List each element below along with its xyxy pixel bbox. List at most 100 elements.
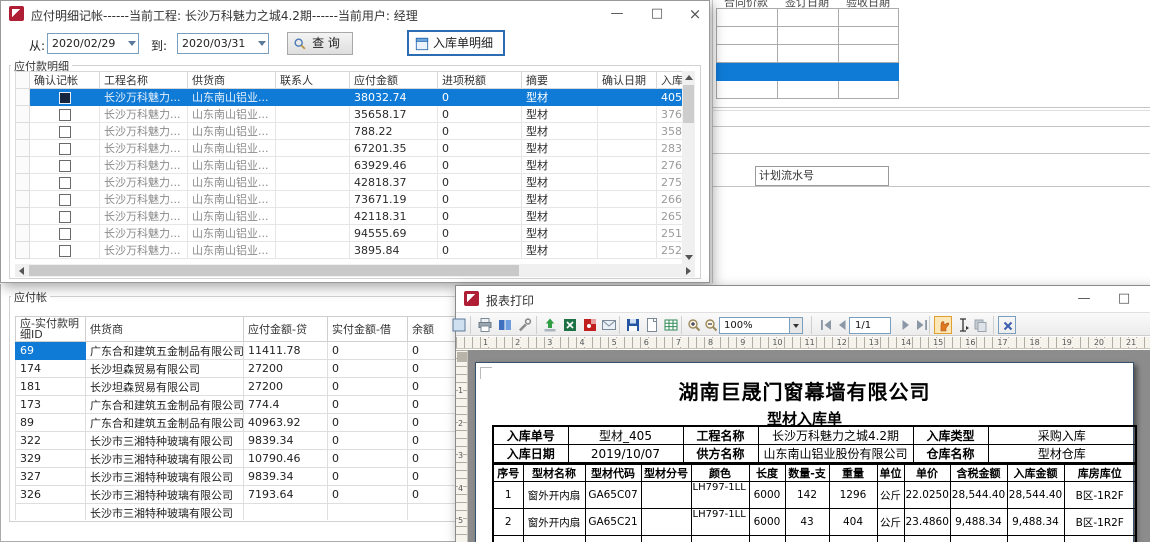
payable-cell[interactable]: 174 xyxy=(16,360,86,378)
summary-cell[interactable]: 型材 xyxy=(522,140,598,157)
minimize-button[interactable]: — xyxy=(601,1,633,27)
close-preview-icon[interactable] xyxy=(998,316,1016,334)
summary-cell[interactable]: 型材 xyxy=(522,225,598,242)
payable-cell[interactable]: 长沙市三湘特种玻璃有限公司 xyxy=(86,486,244,504)
payable-cell[interactable]: 0 xyxy=(328,432,408,450)
project-cell[interactable]: 长沙万科魅力... xyxy=(100,140,188,157)
checkbox-cell[interactable] xyxy=(30,174,100,191)
table-row[interactable]: 69广东合和建筑五金制品有限公司11411.7800 xyxy=(16,342,462,360)
confirm-checkbox[interactable] xyxy=(59,194,71,206)
confirm-checkbox[interactable] xyxy=(59,160,71,172)
payable-cell[interactable] xyxy=(244,504,328,521)
contact-cell[interactable] xyxy=(276,157,350,174)
table-row[interactable] xyxy=(717,9,899,27)
payable-cell[interactable]: 长沙市三湘特种玻璃有限公司 xyxy=(86,432,244,450)
summary-cell[interactable]: 型材 xyxy=(522,123,598,140)
table-row[interactable]: 长沙市三湘特种玻璃有限公司 xyxy=(16,504,462,521)
table-row[interactable]: 326长沙市三湘特种玻璃有限公司7193.6400 xyxy=(16,486,462,504)
contact-cell[interactable] xyxy=(276,208,350,225)
print-icon[interactable] xyxy=(476,316,494,334)
page-number-box[interactable]: 1/1 xyxy=(849,317,891,334)
from-date-combo[interactable]: 2020/02/29 xyxy=(47,33,139,54)
confirm_date-cell[interactable] xyxy=(598,242,657,259)
payable-cell[interactable]: 0 xyxy=(408,342,462,360)
contact-cell[interactable] xyxy=(276,140,350,157)
inbound-cell[interactable]: 276 xyxy=(657,157,683,174)
scrollbar-thumb[interactable] xyxy=(29,265,519,276)
title-bar[interactable]: 应付明细记帐------当前工程: 长沙万科魅力之城4.2期------当前用户… xyxy=(1,1,709,27)
to-date-combo[interactable]: 2020/03/31 xyxy=(177,33,269,54)
checkbox-cell[interactable] xyxy=(30,242,100,259)
save-icon[interactable] xyxy=(624,316,642,334)
payable-cell[interactable]: 0 xyxy=(328,396,408,414)
payable-cell[interactable]: 326 xyxy=(16,486,86,504)
inbound-cell[interactable]: 376 xyxy=(657,106,683,123)
checkbox-cell[interactable] xyxy=(30,208,100,225)
table-row[interactable]: 长沙万科魅力...山东南山铝业...35658.170型材376 xyxy=(16,106,683,123)
confirm_date-cell[interactable] xyxy=(598,157,657,174)
confirm_date-cell[interactable] xyxy=(598,208,657,225)
payable-cell[interactable]: 774.4 xyxy=(244,396,328,414)
summary-cell[interactable]: 型材 xyxy=(522,191,598,208)
column-header[interactable]: 实付金额-借 xyxy=(328,317,408,342)
copy-icon[interactable] xyxy=(971,316,989,334)
table-row[interactable]: 174长沙坦森贸易有限公司2720000 xyxy=(16,360,462,378)
confirm_date-cell[interactable] xyxy=(598,123,657,140)
zoom-out-icon[interactable] xyxy=(702,316,720,334)
inbound-cell[interactable]: 405 xyxy=(657,89,683,106)
project-cell[interactable]: 长沙万科魅力... xyxy=(100,225,188,242)
column-header[interactable]: 应付金额 xyxy=(350,72,438,89)
project-cell[interactable]: 长沙万科魅力... xyxy=(100,191,188,208)
supplier-cell[interactable]: 山东南山铝业... xyxy=(188,157,276,174)
table-row[interactable] xyxy=(717,27,899,45)
payable-cell[interactable]: 327 xyxy=(16,468,86,486)
column-header[interactable]: 确认记帐 xyxy=(30,72,100,89)
payable-cell[interactable]: 0 xyxy=(408,360,462,378)
confirm-checkbox[interactable] xyxy=(59,126,71,138)
confirm-checkbox[interactable] xyxy=(59,143,71,155)
checkbox-cell[interactable] xyxy=(30,191,100,208)
payable-cell[interactable]: 长沙坦森贸易有限公司 xyxy=(86,378,244,396)
summary-cell[interactable]: 型材 xyxy=(522,174,598,191)
payable-cell[interactable]: 173 xyxy=(16,396,86,414)
table-row[interactable] xyxy=(717,81,899,99)
payable-cell[interactable]: 0 xyxy=(408,396,462,414)
table-row[interactable]: 长沙万科魅力...山东南山铝业...67201.350型材283 xyxy=(16,140,683,157)
maximize-button[interactable]: □ xyxy=(641,1,673,27)
payable-cell[interactable]: 0 xyxy=(328,450,408,468)
inbound-cell[interactable]: 265 xyxy=(657,208,683,225)
payable-cell[interactable] xyxy=(328,504,408,521)
page-setup-icon[interactable] xyxy=(643,316,661,334)
payable-cell[interactable]: 7193.64 xyxy=(244,486,328,504)
payable-cell[interactable]: 0 xyxy=(328,378,408,396)
contact-cell[interactable] xyxy=(276,106,350,123)
table-row[interactable]: 长沙万科魅力...山东南山铝业...63929.460型材276 xyxy=(16,157,683,174)
table-row[interactable]: 327长沙市三湘特种玻璃有限公司9839.3400 xyxy=(16,468,462,486)
payable-cell[interactable]: 40963.92 xyxy=(244,414,328,432)
payable-cell[interactable]: 长沙市三湘特种玻璃有限公司 xyxy=(86,450,244,468)
confirm_date-cell[interactable] xyxy=(598,174,657,191)
payable-cell[interactable]: 广东合和建筑五金制品有限公司 xyxy=(86,342,244,360)
payable-cell[interactable]: 0 xyxy=(328,486,408,504)
column-header[interactable]: 入库 xyxy=(657,72,683,89)
contact-cell[interactable] xyxy=(276,225,350,242)
column-header[interactable]: 供货商 xyxy=(86,317,244,342)
column-header[interactable]: 供货商 xyxy=(188,72,276,89)
scroll-left-button[interactable] xyxy=(15,264,28,277)
contact-cell[interactable] xyxy=(276,123,350,140)
table-row[interactable]: 长沙万科魅力...山东南山铝业...38032.740型材405 xyxy=(16,89,683,106)
payable-cell[interactable]: 0 xyxy=(408,432,462,450)
summary-cell[interactable]: 型材 xyxy=(522,106,598,123)
checkbox-cell[interactable] xyxy=(30,89,100,106)
close-button[interactable]: × xyxy=(679,1,711,27)
inbound-cell[interactable]: 275 xyxy=(657,174,683,191)
summary-cell[interactable]: 型材 xyxy=(522,89,598,106)
supplier-cell[interactable]: 山东南山铝业... xyxy=(188,123,276,140)
payable-cell[interactable]: 0 xyxy=(328,342,408,360)
chevron-down-icon[interactable] xyxy=(258,41,266,46)
inbound-cell[interactable]: 283 xyxy=(657,140,683,157)
inbound-cell[interactable]: 251 xyxy=(657,225,683,242)
payable-cell[interactable] xyxy=(16,504,86,521)
tax-cell[interactable]: 0 xyxy=(438,89,522,106)
confirm_date-cell[interactable] xyxy=(598,140,657,157)
